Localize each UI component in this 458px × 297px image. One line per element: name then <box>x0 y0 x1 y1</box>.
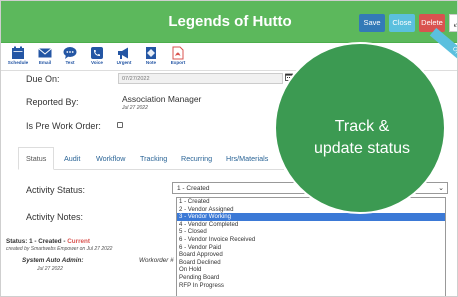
reported-by-name: Association Manager <box>122 94 202 104</box>
toolbar-label: Email <box>38 60 52 65</box>
chevron-down-icon: ⌄ <box>438 185 444 192</box>
calendar-icon <box>12 46 24 59</box>
current-tag: Current <box>67 238 90 245</box>
urgent-button[interactable]: Urgent <box>110 46 138 65</box>
export-button[interactable]: Export <box>164 46 192 65</box>
dropdown-option[interactable]: 4 - Vendor Completed <box>177 221 445 229</box>
delete-button[interactable]: Delete <box>419 14 445 32</box>
megaphone-icon <box>118 47 128 59</box>
reported-by-label: Reported By: <box>26 97 79 107</box>
toolbar-label: Schedule <box>7 60 29 65</box>
toolbar-label: Note <box>145 60 157 65</box>
dropdown-option[interactable]: RFP In Progress <box>177 282 445 290</box>
pdf-icon <box>172 46 184 60</box>
status-prefix: Status: 1 - Created - <box>6 238 68 245</box>
activity-status-value: 1 - Created <box>177 185 210 192</box>
dropdown-option[interactable]: Pending Board <box>177 274 445 282</box>
text-button[interactable]: Text <box>56 46 84 65</box>
toolbar-label: Urgent <box>116 60 132 65</box>
expand-icon[interactable]: ⤢ <box>449 14 457 32</box>
created-by-text: created by Smartwebs Empower on Jul 27 2… <box>6 246 113 252</box>
callout-line-1: Track & <box>334 118 390 135</box>
email-button[interactable]: Email <box>31 46 59 65</box>
note-icon <box>146 47 156 59</box>
toolbar-label: Text <box>65 60 75 65</box>
voice-button[interactable]: Voice <box>83 46 111 65</box>
envelope-icon <box>38 48 52 58</box>
tab-recurring[interactable]: Recurring <box>181 154 212 163</box>
admin-date: Jul 27 2022 <box>37 266 63 272</box>
tab-tracking[interactable]: Tracking <box>140 154 167 163</box>
tab-audit[interactable]: Audit <box>64 154 80 163</box>
tab-hrs-materials[interactable]: Hrs/Materials <box>226 154 268 163</box>
note-button[interactable]: Note <box>137 46 165 65</box>
activity-notes-label: Activity Notes: <box>26 212 84 222</box>
phone-icon <box>91 47 103 59</box>
dropdown-option[interactable]: Board Declined <box>177 259 445 267</box>
tab-status[interactable]: Status <box>18 147 55 170</box>
due-on-label: Due On: <box>26 74 60 84</box>
activity-status-dropdown[interactable]: 1 - Created 2 - Vendor Assigned 3 - Vendor… <box>176 197 446 296</box>
dropdown-option[interactable]: 5 - Closed <box>177 228 445 236</box>
callout-line-2: update status <box>313 140 411 157</box>
activity-status-label: Activity Status: <box>26 185 86 195</box>
toolbar-label: Export <box>170 60 186 65</box>
toolbar-label: Voice <box>91 60 103 65</box>
close-button[interactable]: Close <box>389 14 415 32</box>
pre-work-order-checkbox[interactable] <box>117 122 123 128</box>
modal-header: Legends of Hutto Save Close Delete ⤢ <box>1 1 457 43</box>
workorder-text: Workorder # <box>139 257 174 264</box>
schedule-button[interactable]: Schedule <box>4 46 32 65</box>
reported-by-date: Jul 27 2022 <box>122 105 148 111</box>
pre-work-order-label: Is Pre Work Order: <box>26 121 101 131</box>
tab-workflow[interactable]: Workflow <box>96 154 125 163</box>
tab-bar: Status Audit Workflow Tracking Recurring… <box>18 147 284 170</box>
chat-icon <box>63 47 77 59</box>
dropdown-option[interactable]: 2 - Vendor Assigned <box>177 206 445 214</box>
callout-circle: Track & update status <box>274 42 446 214</box>
status-history-line: Status: 1 - Created - Current <box>6 238 90 245</box>
dropdown-option[interactable]: 3 - Vendor Working <box>177 213 445 221</box>
dropdown-option[interactable]: Board Approved <box>177 251 445 259</box>
work-order-modal: Legends of Hutto Save Close Delete ⤢ Sch… <box>0 0 458 297</box>
save-button[interactable]: Save <box>359 14 385 32</box>
dropdown-option[interactable]: 6 - Vendor Paid <box>177 244 445 252</box>
dropdown-option[interactable]: On Hold <box>177 266 445 274</box>
due-on-input[interactable]: 07/27/2022 <box>118 73 283 84</box>
dropdown-option[interactable]: 6 - Vendor Invoice Received <box>177 236 445 244</box>
admin-name: System Auto Admin: <box>22 257 84 264</box>
